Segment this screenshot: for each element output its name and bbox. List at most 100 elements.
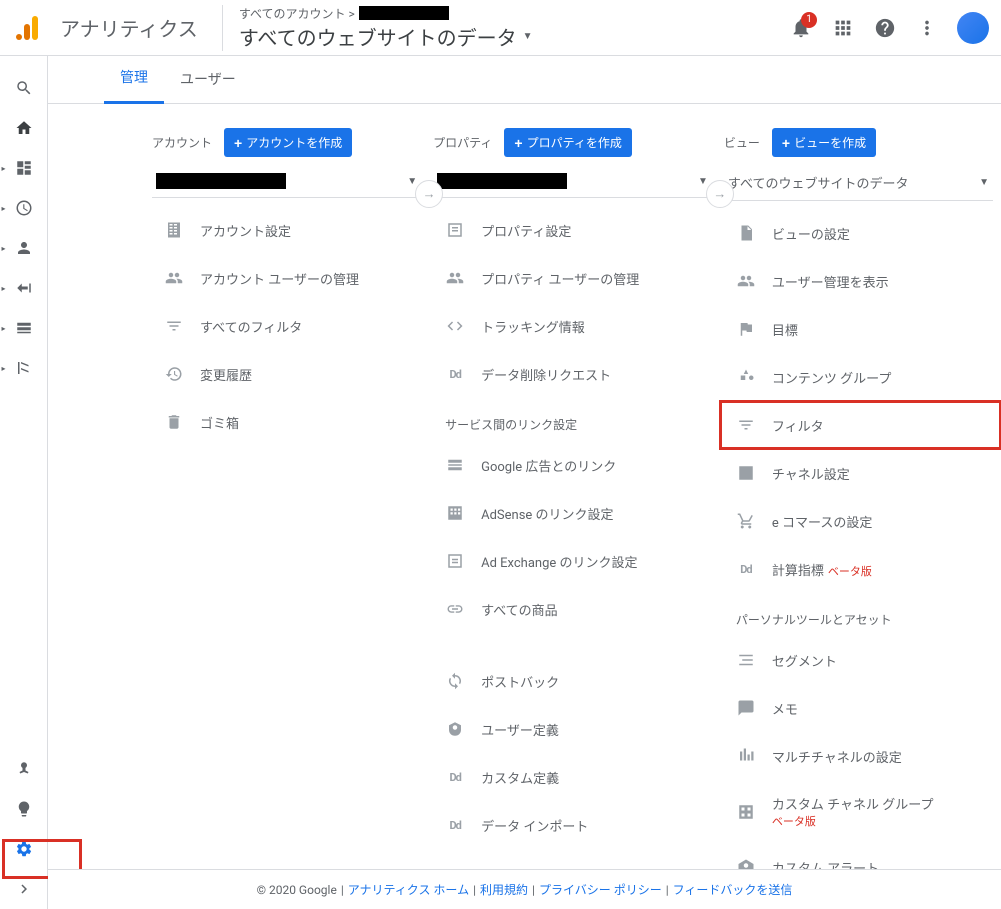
cart-icon: [736, 511, 756, 531]
audience-icon[interactable]: ▸: [0, 228, 48, 268]
tab-admin[interactable]: 管理: [104, 53, 164, 104]
conversions-icon[interactable]: ▸: [0, 348, 48, 388]
change-history[interactable]: 変更履歴: [148, 350, 429, 398]
filter-icon: [164, 316, 184, 336]
annotations[interactable]: メモ: [720, 684, 1001, 732]
settings-box-icon: [445, 220, 465, 240]
left-nav-rail: ▸ ▸ ▸ ▸ ▸ ▸: [0, 56, 48, 909]
footer-home-link[interactable]: アナリティクス ホーム: [348, 881, 469, 898]
create-view-button[interactable]: +ビューを作成: [772, 128, 876, 157]
custom-channel-group[interactable]: カスタム チャネル グループベータ版: [720, 780, 1001, 843]
caret-down-icon: ▼: [979, 177, 989, 188]
user-definitions[interactable]: ユーザー定義: [429, 705, 720, 753]
ad-exchange-link[interactable]: Ad Exchange のリンク設定: [429, 537, 720, 585]
multichannel-settings[interactable]: マルチチャネルの設定: [720, 732, 1001, 780]
footer-feedback-link[interactable]: フィードバックを送信: [673, 881, 793, 898]
home-icon[interactable]: [0, 108, 48, 148]
behavior-icon[interactable]: ▸: [0, 308, 48, 348]
channel-settings[interactable]: チャネル設定: [720, 449, 1001, 497]
goals[interactable]: 目標: [720, 305, 1001, 353]
analytics-logo: [16, 12, 48, 44]
user-avatar[interactable]: [957, 12, 989, 44]
notifications-icon[interactable]: 1: [789, 16, 813, 40]
people-icon: [736, 271, 756, 291]
custom-channel-icon: [736, 802, 756, 822]
segments[interactable]: セグメント: [720, 636, 1001, 684]
more-icon[interactable]: [915, 16, 939, 40]
caret-down-icon: ▼: [407, 176, 417, 187]
people-icon: [445, 268, 465, 288]
picker-breadcrumb: すべてのアカウント >: [239, 5, 355, 22]
account-name-redacted: [359, 6, 449, 20]
apps-icon[interactable]: [831, 16, 855, 40]
footer-privacy-link[interactable]: プライバシー ポリシー: [539, 881, 662, 898]
calculated-metrics[interactable]: Dd計算指標ベータ版: [720, 545, 1001, 593]
customization-icon[interactable]: ▸: [0, 148, 48, 188]
page-icon: [736, 223, 756, 243]
realtime-icon[interactable]: ▸: [0, 188, 48, 228]
view-selector[interactable]: すべてのウェブサイトのデータ ▼: [724, 165, 993, 201]
view-user-management[interactable]: ユーザー管理を表示: [720, 257, 1001, 305]
tab-user[interactable]: ユーザー: [164, 55, 252, 103]
property-user-management[interactable]: プロパティ ユーザーの管理: [429, 254, 720, 302]
footer-terms-link[interactable]: 利用規約: [480, 881, 528, 898]
property-selector[interactable]: ▼: [433, 165, 712, 198]
exchange-icon: [445, 551, 465, 571]
user-def-icon: [445, 719, 465, 739]
all-products[interactable]: すべての商品: [429, 585, 720, 633]
search-icon[interactable]: [0, 68, 48, 108]
property-settings[interactable]: プロパティ設定: [429, 206, 720, 254]
custom-definitions[interactable]: Ddカスタム定義: [429, 753, 720, 801]
trash-icon: [164, 412, 184, 432]
all-filters[interactable]: すべてのフィルタ: [148, 302, 429, 350]
beta-badge: ベータ版: [828, 565, 872, 578]
link-icon: [445, 599, 465, 619]
dd-icon: Dd: [736, 559, 756, 579]
account-selected-redacted: [156, 173, 286, 189]
account-settings[interactable]: アカウント設定: [148, 206, 429, 254]
segment-icon: [736, 650, 756, 670]
data-import[interactable]: Ddデータ インポート: [429, 801, 720, 849]
channel-icon: [736, 463, 756, 483]
picker-view-name: すべてのウェブサイトのデータ: [239, 22, 517, 51]
help-icon[interactable]: [873, 16, 897, 40]
data-deletion[interactable]: Ddデータ削除リクエスト: [429, 350, 720, 398]
people-icon: [164, 268, 184, 288]
transfer-right-button[interactable]: →: [706, 180, 734, 208]
acquisition-icon[interactable]: ▸: [0, 268, 48, 308]
tracking-info[interactable]: トラッキング情報: [429, 302, 720, 350]
code-icon: [445, 316, 465, 336]
personal-section-label: パーソナルツールとアセット: [720, 593, 1001, 636]
content-icon: [736, 367, 756, 387]
postback-icon: [445, 671, 465, 691]
discover-icon[interactable]: [0, 789, 48, 829]
view-settings[interactable]: ビューの設定: [720, 209, 1001, 257]
dd-icon: Dd: [445, 815, 465, 835]
account-label: アカウント: [152, 134, 212, 151]
view-filters[interactable]: フィルタ: [720, 401, 1001, 449]
adsense-link[interactable]: AdSense のリンク設定: [429, 489, 720, 537]
create-account-button[interactable]: +アカウントを作成: [224, 128, 352, 157]
property-column: プロパティ +プロパティを作成 ▼ → プロパティ設定 プロパティ ユーザーの管…: [429, 128, 720, 869]
building-icon: [164, 220, 184, 240]
account-picker[interactable]: すべてのアカウント > すべてのウェブサイトのデータ ▼: [222, 5, 533, 51]
admin-tabs: 管理 ユーザー: [48, 56, 1001, 104]
view-column: ビュー +ビューを作成 すべてのウェブサイトのデータ ▼ ビューの設定 ユーザー…: [720, 128, 1001, 869]
caret-down-icon: ▼: [523, 31, 533, 42]
trash[interactable]: ゴミ箱: [148, 398, 429, 446]
account-selector[interactable]: ▼: [152, 165, 421, 198]
content-grouping[interactable]: コンテンツ グループ: [720, 353, 1001, 401]
account-user-management[interactable]: アカウント ユーザーの管理: [148, 254, 429, 302]
ecommerce-settings[interactable]: e コマースの設定: [720, 497, 1001, 545]
flag-icon: [736, 319, 756, 339]
transfer-right-button[interactable]: →: [415, 180, 443, 208]
notification-badge: 1: [801, 12, 817, 28]
google-ads-link[interactable]: Google 広告とのリンク: [429, 441, 720, 489]
note-icon: [736, 698, 756, 718]
create-property-button[interactable]: +プロパティを作成: [504, 128, 631, 157]
property-label: プロパティ: [433, 134, 492, 151]
postback[interactable]: ポストバック: [429, 657, 720, 705]
dd-icon: Dd: [445, 364, 465, 384]
attribution-icon[interactable]: [0, 749, 48, 789]
custom-alerts[interactable]: カスタム アラート: [720, 843, 1001, 869]
